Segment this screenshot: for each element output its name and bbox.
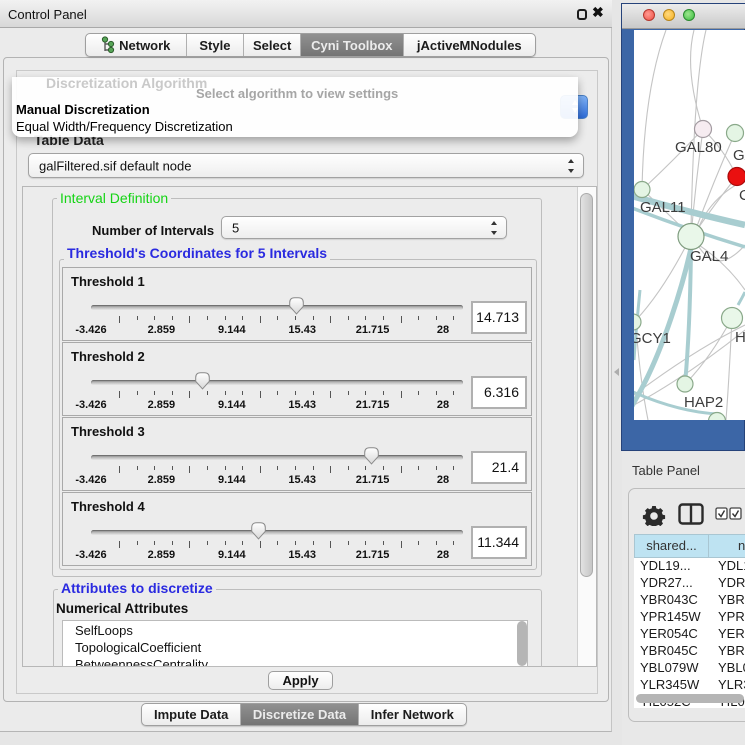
svg-text:H: H [735, 329, 745, 346]
svg-text:HAP2: HAP2 [684, 394, 723, 411]
svg-text:GCY1: GCY1 [634, 330, 671, 347]
svg-text:GAL4: GAL4 [690, 248, 728, 265]
svg-text:C: C [739, 187, 745, 204]
svg-text:GAL11: GAL11 [640, 199, 686, 216]
svg-text:GAL80: GAL80 [675, 139, 722, 156]
svg-text:GA: GA [733, 147, 745, 164]
